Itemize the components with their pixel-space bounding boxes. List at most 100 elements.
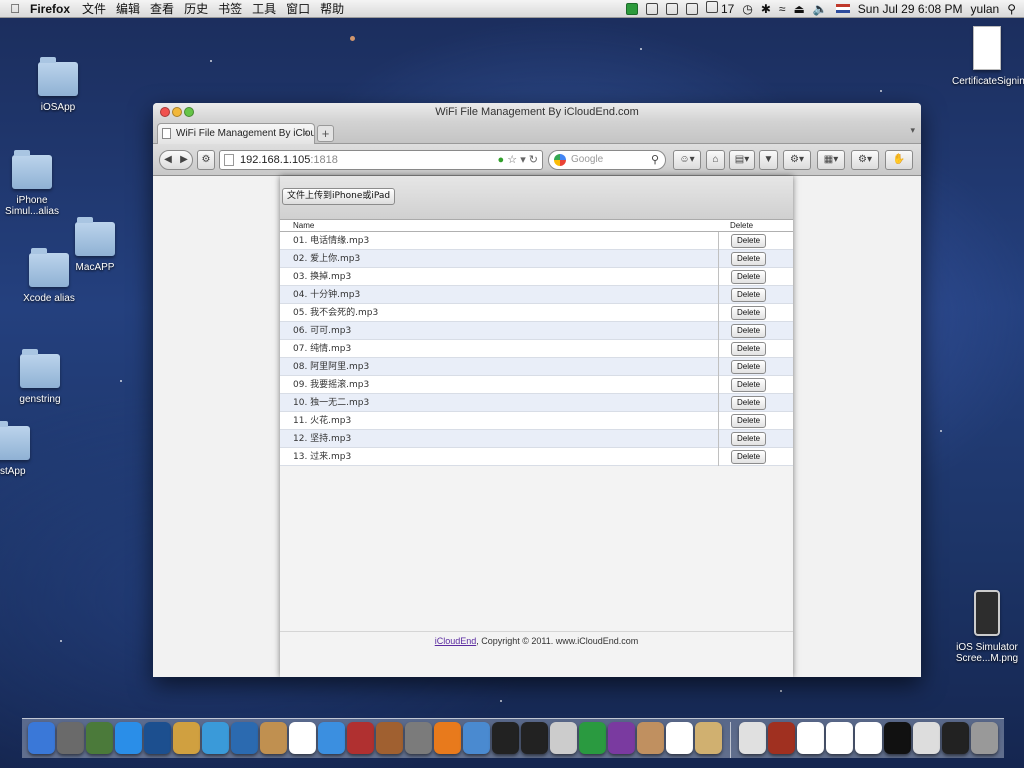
dock-app-icon[interactable] — [738, 722, 766, 754]
apps-grid-icon[interactable]: ▦▾ — [817, 150, 845, 170]
dock-app-icon[interactable] — [260, 722, 287, 754]
delete-button[interactable]: Delete — [731, 270, 767, 284]
delete-button[interactable]: Delete — [731, 234, 767, 248]
evernote-icon[interactable] — [645, 2, 658, 15]
icloudend-link[interactable]: iCloudEnd — [435, 636, 477, 646]
dock-app-icon[interactable] — [970, 722, 998, 754]
status-app-icon[interactable] — [625, 2, 638, 15]
desktop-icon-ios-simulator-screenshot[interactable]: iOS Simulator Scree...M.png — [952, 590, 1022, 664]
desktop-icon-iosapp[interactable]: iOSApp — [18, 57, 98, 113]
tab-list-icon[interactable]: ▾ — [910, 125, 915, 136]
dock-app-icon[interactable] — [289, 722, 316, 754]
dock-app-icon[interactable] — [231, 722, 258, 754]
person-icon[interactable] — [665, 2, 678, 15]
url-bar[interactable]: 192.168.1.105:1818 ● ☆ ▾ ↻ — [219, 150, 543, 170]
dropdown-icon[interactable]: ▾ — [520, 154, 526, 166]
home-icon[interactable]: ⌂ — [706, 150, 725, 170]
new-tab-button[interactable]: + — [317, 125, 334, 142]
close-window-button[interactable] — [160, 107, 170, 117]
reload-icon[interactable]: ↻ — [529, 154, 538, 166]
back-button[interactable]: ◀ — [160, 151, 176, 169]
dock-app-icon[interactable] — [434, 722, 461, 754]
volume-icon[interactable]: 🔈 — [813, 2, 828, 16]
dock-app-icon[interactable] — [941, 722, 969, 754]
dock-app-icon[interactable] — [347, 722, 374, 754]
menu-file[interactable]: 文件 — [82, 0, 106, 17]
dock-app-icon[interactable] — [854, 722, 882, 754]
close-tab-icon[interactable]: × — [303, 124, 309, 143]
forward-button[interactable]: ▶ — [176, 151, 192, 169]
desktop-icon-genstring[interactable]: genstring — [0, 349, 80, 405]
dock-app-icon[interactable] — [405, 722, 432, 754]
dock-app-icon[interactable] — [318, 722, 345, 754]
delete-button[interactable]: Delete — [731, 306, 767, 320]
delete-button[interactable]: Delete — [731, 324, 767, 338]
calendar-badge[interactable]: 17 — [705, 1, 734, 16]
menu-window[interactable]: 窗口 — [286, 0, 310, 17]
input-source-flag-icon[interactable] — [835, 4, 850, 13]
dock-app-icon[interactable] — [608, 722, 635, 754]
dock-app-icon[interactable] — [695, 722, 722, 754]
dock-app-icon[interactable] — [521, 722, 548, 754]
dock-app-icon[interactable] — [492, 722, 519, 754]
desktop-icon-testapp[interactable]: estApp — [0, 421, 50, 477]
dock-app-icon[interactable] — [86, 722, 113, 754]
go-icon[interactable]: ● — [498, 154, 505, 166]
dock-app-icon[interactable] — [202, 722, 229, 754]
delete-button[interactable]: Delete — [731, 342, 767, 356]
extension-icon[interactable]: ✋ — [885, 150, 913, 170]
tab-wifi-file-management[interactable]: WiFi File Management By iCloud... × — [157, 123, 315, 144]
dock-app-icon[interactable] — [637, 722, 664, 754]
menu-view[interactable]: 查看 — [150, 0, 174, 17]
bluetooth-icon[interactable]: ✱ — [761, 2, 771, 16]
user-menu[interactable]: yulan — [971, 2, 1000, 16]
minimize-window-button[interactable] — [172, 107, 182, 117]
delete-button[interactable]: Delete — [731, 432, 767, 446]
delete-button[interactable]: Delete — [731, 396, 767, 410]
parking-icon[interactable] — [685, 2, 698, 15]
google-icon[interactable] — [554, 154, 566, 166]
site-identity-icon[interactable]: ⚙ — [197, 150, 215, 170]
delete-button[interactable]: Delete — [731, 414, 767, 428]
delete-button[interactable]: Delete — [731, 360, 767, 374]
dock-app-icon[interactable] — [767, 722, 795, 754]
settings-icon[interactable]: ⚙▾ — [851, 150, 879, 170]
spotlight-icon[interactable]: ⚲ — [1007, 2, 1016, 16]
dock-app-icon[interactable] — [28, 722, 55, 754]
wifi-icon[interactable]: ≈ — [779, 2, 786, 16]
eject-icon[interactable]: ⏏ — [793, 2, 804, 16]
dock-app-icon[interactable] — [912, 722, 940, 754]
menu-bookmarks[interactable]: 书签 — [218, 0, 242, 17]
window-titlebar[interactable]: WiFi File Management By iCloudEnd.com — [153, 103, 921, 121]
bookmark-star-icon[interactable]: ☆ — [507, 154, 517, 166]
desktop-icon-xcode-alias[interactable]: Xcode alias — [9, 248, 89, 304]
delete-button[interactable]: Delete — [731, 378, 767, 392]
dock-app-icon[interactable] — [376, 722, 403, 754]
dock-app-icon[interactable] — [115, 722, 142, 754]
menu-history[interactable]: 历史 — [184, 0, 208, 17]
apple-menu-icon[interactable]:  — [0, 1, 30, 16]
time-machine-icon[interactable]: ◷ — [742, 2, 752, 16]
dock-app-icon[interactable] — [144, 722, 171, 754]
menu-help[interactable]: 帮助 — [320, 0, 344, 17]
delete-button[interactable]: Delete — [731, 450, 767, 464]
bookmarks-icon[interactable]: ▤▾ — [729, 150, 755, 170]
dock-app-icon[interactable] — [463, 722, 490, 754]
dock-app-icon[interactable] — [57, 722, 84, 754]
downloads-icon[interactable]: ▼ — [759, 150, 778, 170]
addon-button[interactable]: ☺▾ — [673, 150, 701, 170]
delete-button[interactable]: Delete — [731, 288, 767, 302]
dock-app-icon[interactable] — [173, 722, 200, 754]
tools-icon[interactable]: ⚙▾ — [783, 150, 811, 170]
clock[interactable]: Sun Jul 29 6:08 PM — [858, 2, 963, 16]
search-icon[interactable]: ⚲ — [651, 151, 659, 169]
search-bar[interactable]: Google ⚲ — [548, 150, 666, 170]
dock-app-icon[interactable] — [666, 722, 693, 754]
dock-app-icon[interactable] — [579, 722, 606, 754]
dock-app-icon[interactable] — [825, 722, 853, 754]
dock-app-icon[interactable] — [550, 722, 577, 754]
dock-app-icon[interactable] — [796, 722, 824, 754]
upload-to-iphone-button[interactable]: 文件上传到iPhone或iPad — [282, 188, 396, 205]
menu-tools[interactable]: 工具 — [252, 0, 276, 17]
menu-edit[interactable]: 编辑 — [116, 0, 140, 17]
